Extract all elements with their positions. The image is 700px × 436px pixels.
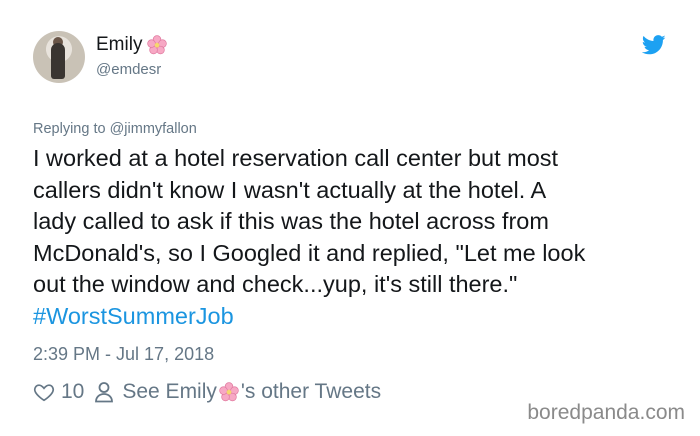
tweet-line: I worked at a hotel reservation call cen… xyxy=(33,145,559,171)
tweet-line: McDonald's, so I Googled it and replied,… xyxy=(33,239,586,266)
tweet-line: callers didn't know I wasn't actually at… xyxy=(33,176,547,203)
tweet-actions: 10 See Emily 's other Tweets xyxy=(33,380,381,404)
tweet-text: I worked at a hotel reservation call cen… xyxy=(33,143,683,332)
see-tweets-link-prefix[interactable]: See Emily xyxy=(122,380,217,404)
tweet-timestamp[interactable]: 2:39 PM - Jul 17, 2018 xyxy=(33,344,214,365)
heart-icon[interactable] xyxy=(33,381,55,403)
author-handle[interactable]: @emdesr xyxy=(96,61,161,78)
author-name-row[interactable]: Emily xyxy=(96,34,168,56)
reply-mention-link[interactable]: @jimmyfallon xyxy=(110,121,197,137)
avatar[interactable] xyxy=(33,31,85,83)
replying-to-line: Replying to @jimmyfallon xyxy=(33,121,197,137)
tweet-line: out the window and check...yup, it's sti… xyxy=(33,271,518,297)
watermark: boredpanda.com xyxy=(527,401,685,424)
cherry-blossom-icon xyxy=(219,382,239,402)
twitter-bird-icon[interactable] xyxy=(642,35,666,55)
tweet-line: lady called to ask if this was the hotel… xyxy=(33,208,549,234)
avatar-figure-body xyxy=(51,43,65,79)
cherry-blossom-icon xyxy=(147,35,168,55)
see-tweets-link-suffix[interactable]: 's other Tweets xyxy=(241,380,381,404)
author-name[interactable]: Emily xyxy=(96,34,142,56)
hashtag-link[interactable]: #WorstSummerJob xyxy=(33,301,683,333)
tweet-card: Emily @emdesr Replying to @jimmyfallon I… xyxy=(0,0,700,436)
like-count[interactable]: 10 xyxy=(61,380,84,404)
reply-prefix: Replying to xyxy=(33,121,106,137)
person-icon xyxy=(95,382,114,403)
